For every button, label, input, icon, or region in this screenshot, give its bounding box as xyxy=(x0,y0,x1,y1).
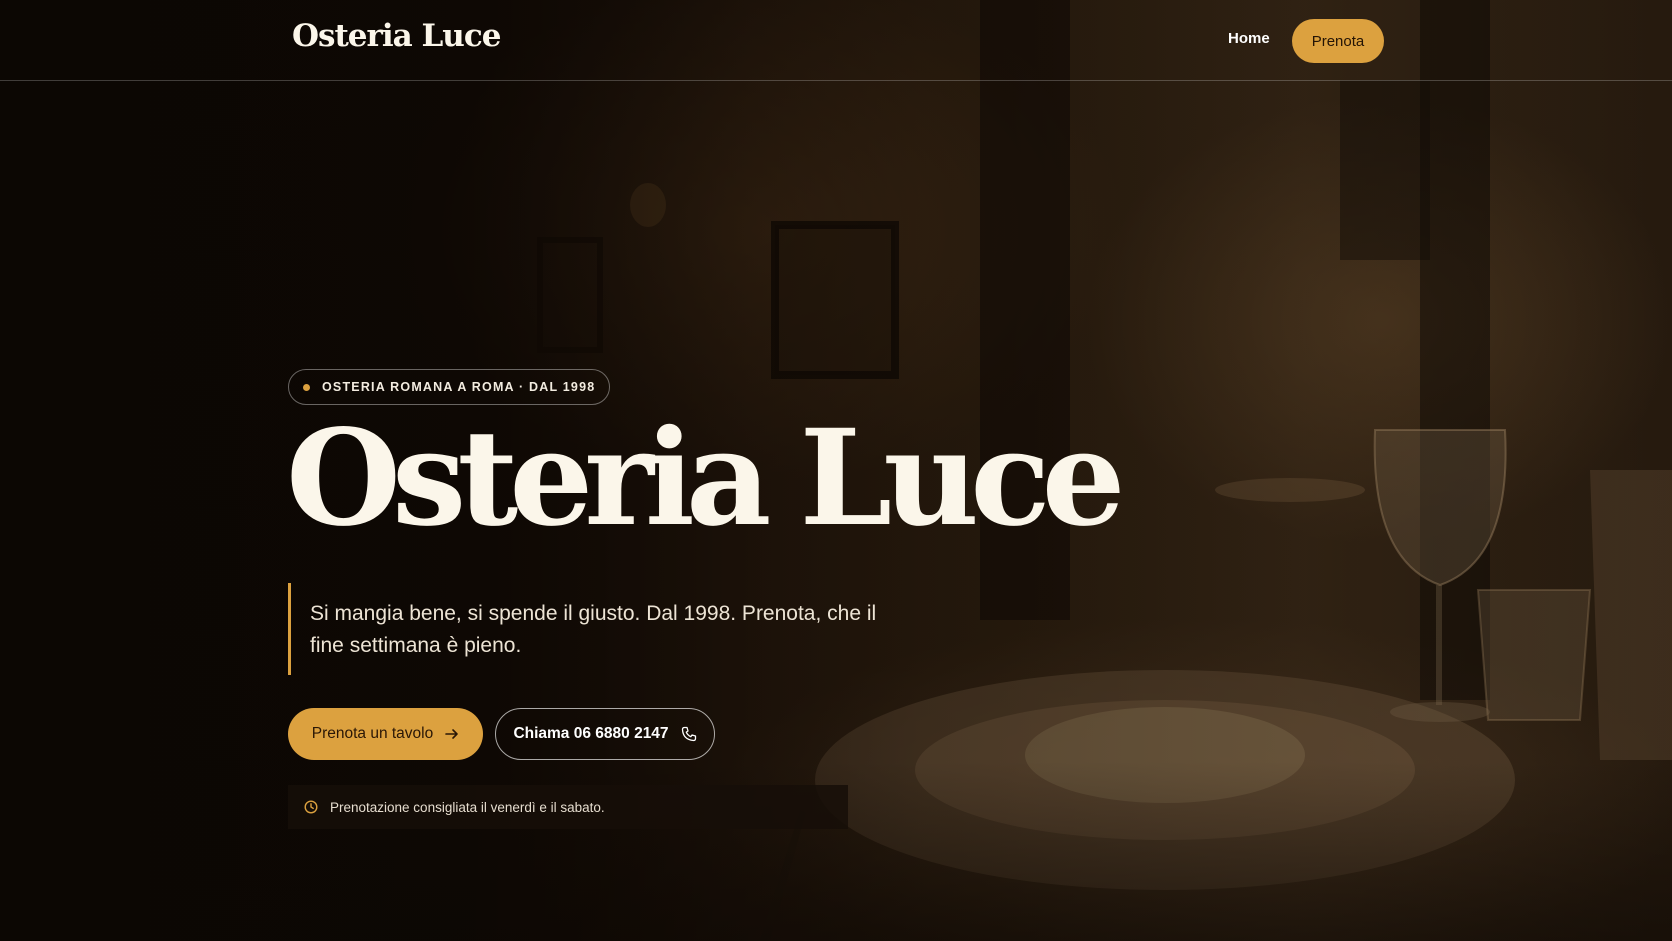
badge-label: OSTERIA ROMANA A ROMA · DAL 1998 xyxy=(322,380,596,394)
nav-home-link[interactable]: Home xyxy=(1228,30,1270,47)
notice-text: Prenotazione consigliata il venerdì e il… xyxy=(330,799,605,815)
book-table-label: Prenota un tavolo xyxy=(311,725,434,742)
call-label: Chiama 06 6880 2147 xyxy=(513,725,669,742)
phone-icon xyxy=(681,726,697,742)
call-button[interactable]: Chiama 06 6880 2147 xyxy=(495,708,715,760)
book-table-button[interactable]: Prenota un tavolo xyxy=(288,708,483,760)
landing-page: Osteria Luce Home Prenota OSTERIA ROMANA… xyxy=(0,0,1672,941)
site-header: Osteria Luce Home Prenota xyxy=(0,0,1672,81)
site-logo[interactable]: Osteria Luce xyxy=(292,18,501,54)
arrow-right-icon xyxy=(445,727,459,741)
hero-title: Osteria Luce xyxy=(286,401,1126,556)
nav-prenota-button[interactable]: Prenota xyxy=(1292,19,1384,63)
clock-icon xyxy=(304,800,318,814)
hero-tagline: Si mangia bene, si spende il giusto. Dal… xyxy=(288,583,878,675)
booking-notice: Prenotazione consigliata il venerdì e il… xyxy=(288,785,848,829)
badge-dot-icon xyxy=(303,383,310,391)
hero-badge: OSTERIA ROMANA A ROMA · DAL 1998 xyxy=(288,369,611,405)
